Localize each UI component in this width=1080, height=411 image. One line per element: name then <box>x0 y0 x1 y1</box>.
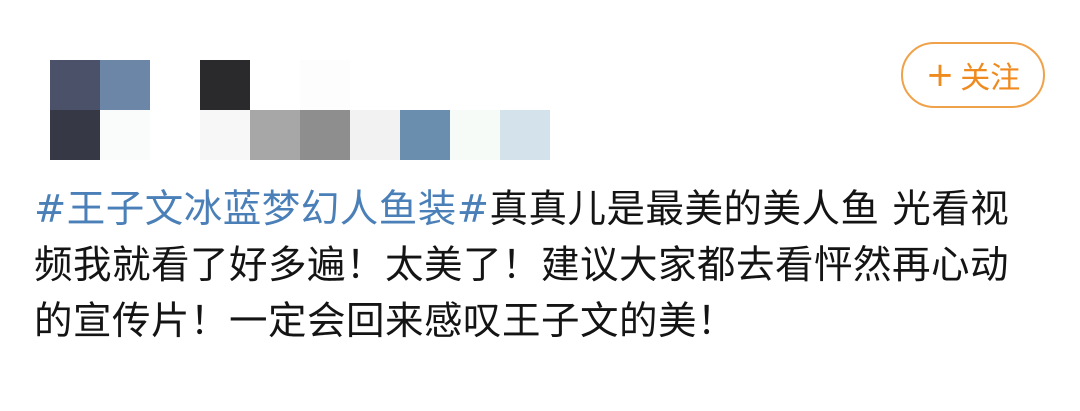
mosaic-cell <box>300 60 350 110</box>
mosaic-cell <box>200 60 250 110</box>
mosaic-cell <box>50 110 100 160</box>
post-content: #王子文冰蓝梦幻人鱼装#真真儿是最美的美人鱼 光看视频我就看了好多遍！太美了！建… <box>34 182 1046 350</box>
mosaic-cell <box>50 60 100 110</box>
mosaic-cell <box>150 110 200 160</box>
plus-icon: + <box>925 55 955 95</box>
mosaic-cell <box>350 60 400 110</box>
follow-button-label: 关注 <box>960 61 1021 96</box>
mosaic-cell <box>250 110 300 160</box>
mosaic-cell <box>100 110 150 160</box>
post-header: + 关注 <box>0 0 1080 180</box>
mosaic-cell <box>450 110 500 160</box>
mosaic-cell <box>450 60 500 110</box>
follow-button[interactable]: + 关注 <box>901 42 1045 108</box>
author-avatar-and-name-mosaic[interactable] <box>50 60 550 160</box>
mosaic-cell <box>300 110 350 160</box>
mosaic-cell <box>350 110 400 160</box>
mosaic-cell <box>200 110 250 160</box>
mosaic-cell <box>250 60 300 110</box>
hashtag-link[interactable]: #王子文冰蓝梦幻人鱼装# <box>34 187 490 232</box>
mosaic-cell <box>100 60 150 110</box>
mosaic-cell <box>400 60 450 110</box>
mosaic-cell <box>500 60 550 110</box>
mosaic-cell <box>500 110 550 160</box>
mosaic-cell <box>400 110 450 160</box>
mosaic-cell <box>150 60 200 110</box>
